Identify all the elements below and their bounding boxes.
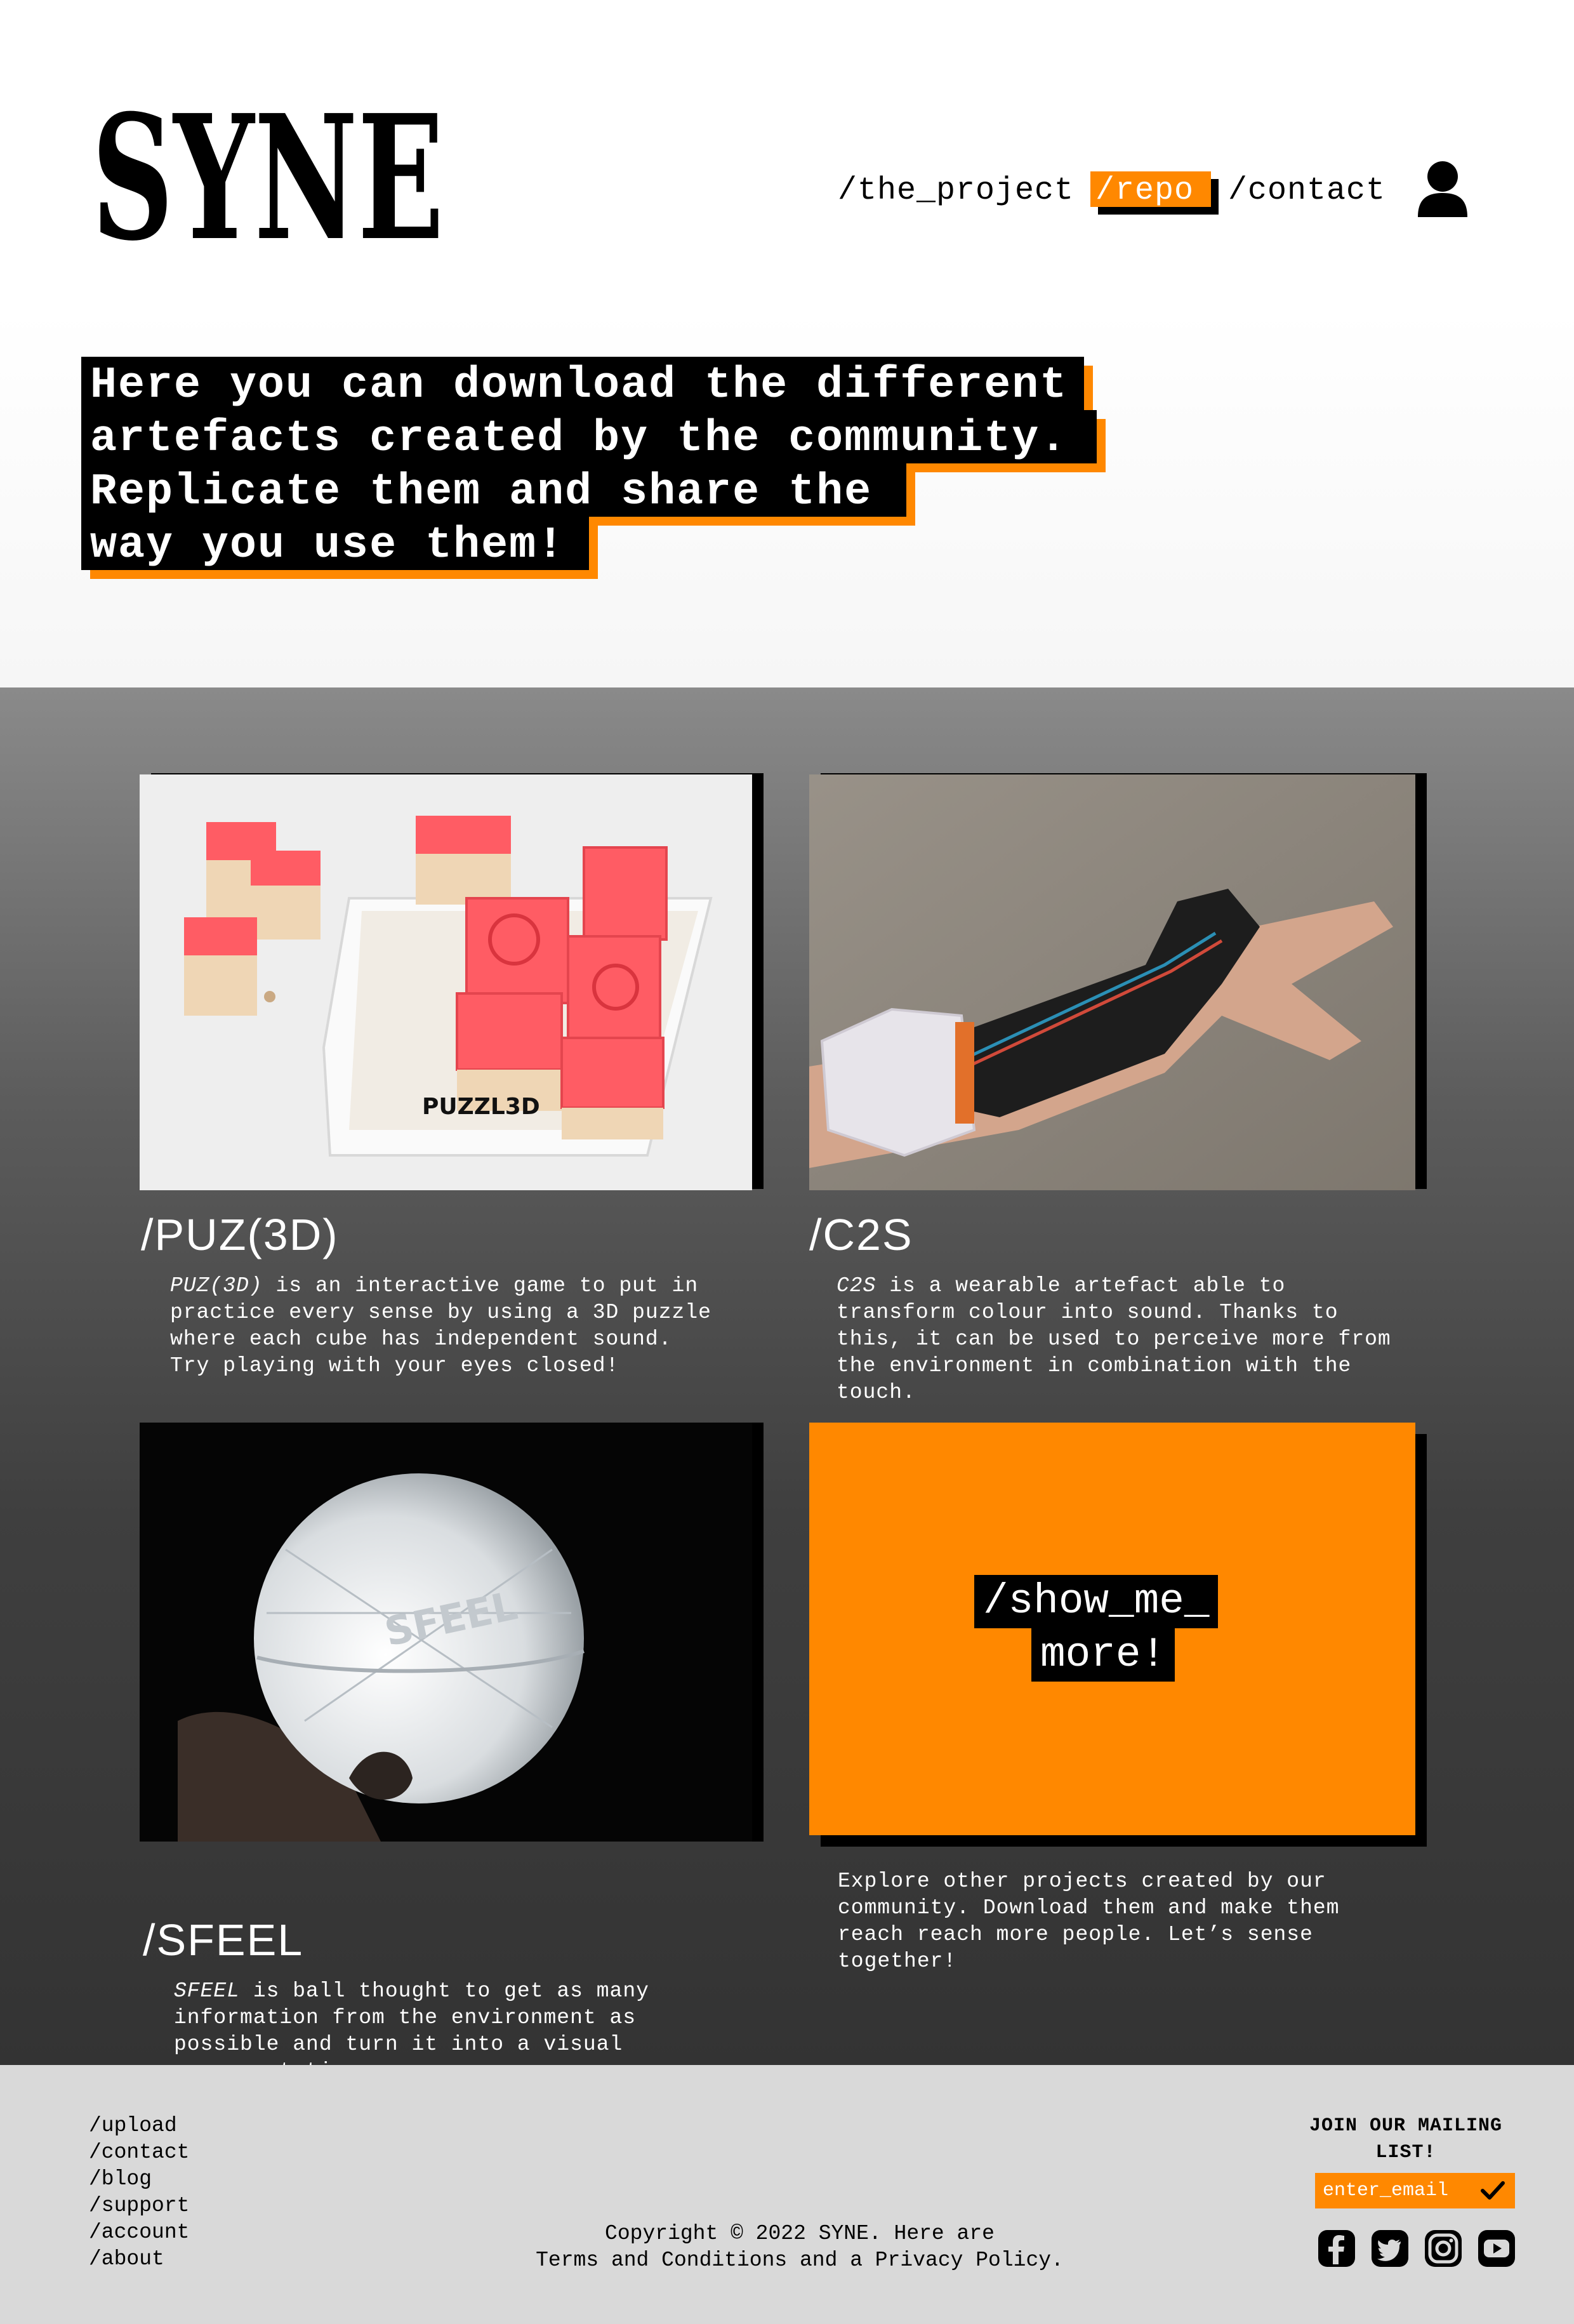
project-title-sfeel[interactable]: /SFEEL [143,1915,303,1965]
hero-line-1-text: Here you can download the different [90,361,1068,411]
projects-gallery: PUZZL3D /PUZ(3D) PUZ(3D) is an interacti… [0,687,1574,2083]
header-section: SYNE /the_project /repo /contact Here yo… [0,0,1574,687]
instagram-icon[interactable] [1424,2229,1463,2268]
copyright-line-1: Copyright © 2022 SYNE. Here are [605,2222,995,2245]
show-more-line-2: more! [1031,1628,1175,1682]
mailing-list-title: JOIN OUR MAILING LIST! [1301,2113,1511,2166]
footer-link-contact[interactable]: /contact [89,2139,189,2166]
email-signup [1315,2173,1515,2208]
c2s-image[interactable] [809,774,1415,1190]
facebook-icon[interactable] [1317,2229,1356,2268]
footer-link-upload[interactable]: /upload [89,2113,189,2139]
project-card-sfeel[interactable]: SFEEL /SFEEL SFEEL is ball thought to ge… [0,1386,787,2083]
nav-the-project[interactable]: /the_project [838,173,1074,209]
copyright-line-2[interactable]: Terms and Conditions and a Privacy Polic… [482,2247,1117,2274]
social-links [1317,2229,1520,2273]
hero-line-2-text: artefacts created by the community. [90,414,1068,464]
mailing-title-line-2: LIST! [1375,2142,1436,2163]
footer-link-about[interactable]: /about [89,2246,189,2273]
project-desc-text-c2s: is a wearable artefact able to transform… [837,1274,1391,1404]
hero-headline: Here you can download the different arte… [81,357,1160,585]
project-desc-puz3d: PUZ(3D) is an interactive game to put in… [170,1273,716,1379]
check-icon[interactable] [1480,2179,1505,2202]
nav-repo-label: /repo [1095,173,1194,209]
sfeel-image[interactable]: SFEEL [140,1423,752,1842]
footer-link-blog[interactable]: /blog [89,2166,189,2193]
nav-repo[interactable]: /repo [1090,171,1219,215]
hero-line-3-text: Replicate them and share the [90,467,873,517]
project-name-c2s: C2S [837,1274,876,1298]
show-more-line-1: /show_me_ [974,1575,1219,1628]
project-title-c2s[interactable]: /C2S [809,1209,913,1260]
footer-link-account[interactable]: /account [89,2219,189,2246]
puz3d-image[interactable]: PUZZL3D [140,774,752,1190]
hero-line-4: way you use them! [81,517,598,579]
hero-line-3: Replicate them and share the [81,463,915,526]
project-name-sfeel: SFEEL [174,1979,241,2003]
footer-links: /upload /contact /blog /support /account… [89,2113,189,2273]
youtube-icon[interactable] [1477,2229,1516,2268]
nav-contact[interactable]: /contact [1228,173,1386,209]
mailing-title-line-1: JOIN OUR MAILING [1309,2115,1503,2137]
project-name-puz3d: PUZ(3D) [170,1274,263,1298]
project-title-puz3d[interactable]: /PUZ(3D) [141,1209,339,1260]
show-more-description: Explore other projects created by our co… [838,1869,1340,1973]
show-more-button[interactable]: /show_me_ more! [809,1423,1415,1835]
hero-line-1: Here you can download the different [81,357,1122,419]
footer: /upload /contact /blog /support /account… [0,2065,1574,2324]
hero-line-2: artefacts created by the community. [81,410,1122,472]
email-field[interactable] [1323,2179,1469,2202]
project-desc-c2s: C2S is a wearable artefact able to trans… [837,1273,1408,1406]
puz3d-logo-text: PUZZL3D [422,1094,540,1120]
hero-line-4-text: way you use them! [90,521,565,571]
footer-link-support[interactable]: /support [89,2193,189,2219]
project-card-c2s[interactable]: /C2S C2S is a wearable artefact able to … [787,687,1574,1404]
project-card-puz3d[interactable]: PUZZL3D /PUZ(3D) PUZ(3D) is an interacti… [0,687,787,1386]
copyright: Copyright © 2022 SYNE. Here are Terms an… [482,2221,1117,2274]
main-nav: /the_project /repo /contact [0,166,1574,217]
twitter-icon[interactable] [1370,2229,1410,2268]
user-icon[interactable] [1415,159,1470,217]
